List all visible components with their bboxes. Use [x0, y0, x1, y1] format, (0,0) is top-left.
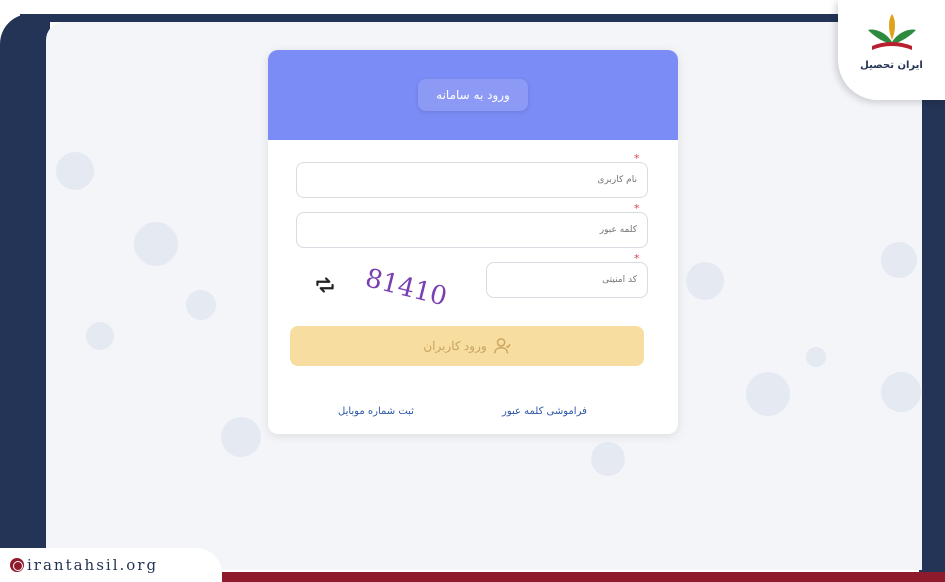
forgot-password-link[interactable]: فراموشی کلمه عبور — [502, 406, 587, 417]
user-icon — [493, 338, 511, 354]
bottom-accent-bar — [180, 572, 945, 582]
background-bubble — [686, 262, 724, 300]
screen-frame-left — [0, 14, 50, 574]
login-button-label: ورود کاربران — [423, 339, 487, 353]
login-button[interactable]: ورود کاربران — [290, 326, 644, 366]
background-bubble — [806, 347, 826, 367]
background-bubble — [221, 417, 261, 457]
screen-frame-right — [919, 40, 945, 574]
page-title: ورود به سامانه — [418, 79, 528, 111]
password-input[interactable] — [296, 212, 648, 248]
register-mobile-link[interactable]: ثبت شماره موبایل — [338, 406, 414, 417]
card-header: ورود به سامانه — [268, 50, 678, 140]
background-bubble — [591, 442, 625, 476]
background-bubble — [881, 242, 917, 278]
screen-area: ورود به سامانه * * * 81410 ورود کاربران … — [46, 22, 922, 570]
logo-leaves-icon — [868, 14, 916, 50]
captcha-input[interactable] — [486, 262, 648, 298]
background-bubble — [746, 372, 790, 416]
background-bubble — [134, 222, 178, 266]
background-bubble — [86, 322, 114, 350]
background-bubble — [881, 372, 921, 412]
refresh-icon[interactable] — [312, 272, 338, 298]
site-watermark: irantahsil.org — [0, 548, 222, 582]
globe-icon — [10, 558, 24, 572]
login-card: ورود به سامانه * * * 81410 ورود کاربران … — [268, 50, 678, 434]
screen-frame-top — [20, 14, 925, 22]
site-url: irantahsil.org — [27, 556, 159, 574]
username-input[interactable] — [296, 162, 648, 198]
brand-name: ایران تحصیل — [860, 60, 923, 71]
background-bubble — [56, 152, 94, 190]
brand-logo: ایران تحصیل — [838, 0, 945, 100]
captcha-text: 81410 — [362, 263, 450, 310]
background-bubble — [186, 290, 216, 320]
captcha-image: 81410 — [362, 263, 450, 310]
